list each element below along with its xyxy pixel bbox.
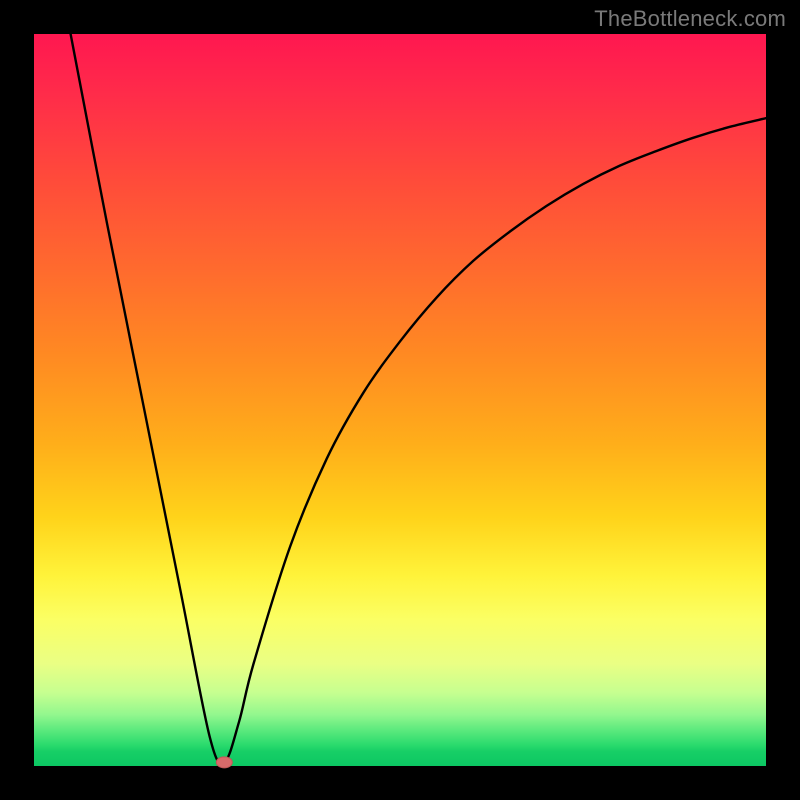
optimum-marker <box>216 757 232 768</box>
chart-svg <box>34 34 766 766</box>
bottleneck-curve <box>71 34 766 763</box>
plot-area <box>34 34 766 766</box>
chart-frame: TheBottleneck.com <box>0 0 800 800</box>
watermark-text: TheBottleneck.com <box>594 6 786 32</box>
